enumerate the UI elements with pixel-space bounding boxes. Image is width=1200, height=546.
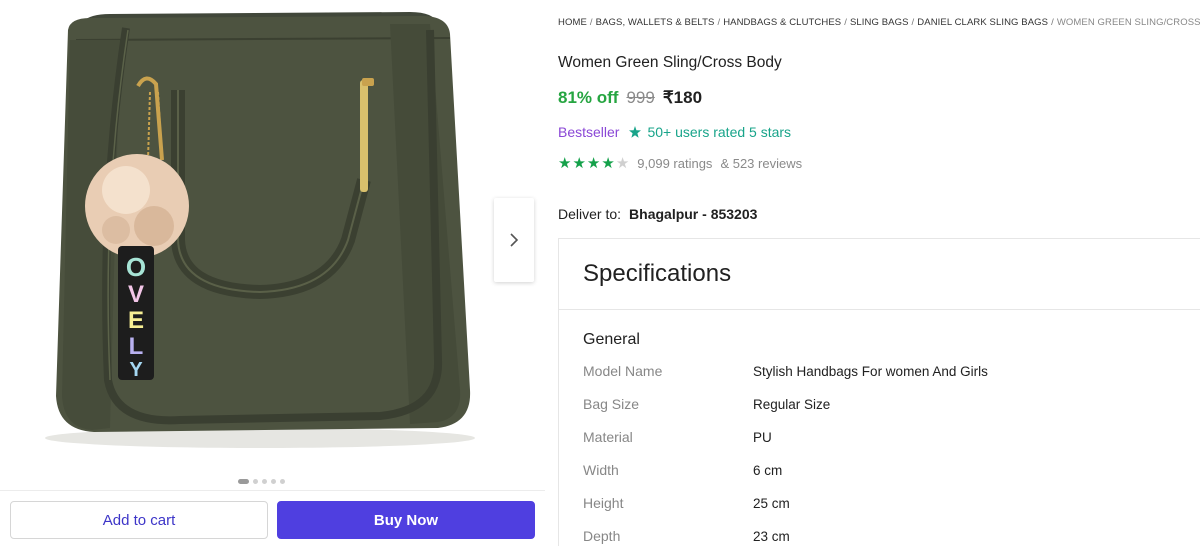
specifications-panel: Specifications General Model Name Stylis… [558, 238, 1200, 546]
rated-text: 50+ users rated 5 stars [647, 124, 792, 140]
buy-now-button[interactable]: Buy Now [277, 501, 535, 539]
spec-value: Stylish Handbags For women And Girls [753, 364, 988, 379]
badge-row: Bestseller 50+ users rated 5 stars [558, 124, 791, 140]
product-details: HOME / BAGS, WALLETS & BELTS / HANDBAGS & CL… [558, 0, 1200, 546]
spec-key: Depth [583, 528, 621, 544]
image-dot-3[interactable] [262, 479, 267, 484]
breadcrumb-brand[interactable]: DANIEL CLARK SLING BAGS [917, 17, 1048, 28]
breadcrumb-separator: / [717, 17, 721, 28]
spec-value: PU [753, 430, 772, 445]
star-full-icon: ★ [601, 155, 615, 172]
image-dot-4[interactable] [271, 479, 276, 484]
star-empty-icon: ★ [615, 155, 630, 172]
breadcrumb-separator: / [1051, 17, 1054, 28]
product-image[interactable]: O V E L Y [30, 0, 500, 470]
specifications-heading: Specifications [583, 260, 732, 287]
breadcrumb-handbags[interactable]: HANDBAGS & CLUTCHES [723, 17, 841, 28]
breadcrumb-sling-bags[interactable]: SLING BAGS [850, 17, 909, 28]
next-image-button[interactable] [494, 198, 534, 282]
add-to-cart-button[interactable]: Add to cart [10, 501, 268, 539]
spec-key: Model Name [583, 363, 663, 379]
spec-value: 23 cm [753, 529, 790, 544]
breadcrumb-separator: / [589, 17, 593, 28]
delivery-location[interactable]: Bhagalpur - 853203 [629, 206, 757, 222]
breadcrumb: HOME / BAGS, WALLETS & BELTS / HANDBAGS & CL… [558, 17, 1200, 28]
svg-text:O: O [126, 252, 146, 282]
spec-key: Height [583, 495, 624, 511]
breadcrumb-separator: / [844, 17, 847, 28]
svg-text:E: E [128, 307, 144, 334]
image-dot-1[interactable] [238, 479, 249, 484]
svg-text:V: V [128, 281, 144, 308]
bestseller-badge: Bestseller [558, 124, 620, 140]
price-row: 81% off 999 ₹180 [558, 88, 702, 108]
spec-value: 25 cm [753, 496, 790, 511]
star-full-icon: ★ [572, 155, 586, 172]
star-rating: ★ ★ ★ ★ ★ [558, 156, 629, 171]
original-price: 999 [626, 88, 655, 107]
rating-row[interactable]: ★ ★ ★ ★ ★ 9,099 ratings & 523 reviews [558, 156, 802, 171]
svg-text:L: L [129, 333, 144, 360]
spec-value: Regular Size [753, 397, 831, 412]
breadcrumb-bags[interactable]: BAGS, WALLETS & BELTS [596, 17, 715, 28]
breadcrumb-separator: / [911, 17, 915, 28]
spec-key: Width [583, 462, 619, 478]
spec-key: Material [583, 429, 633, 445]
product-gallery: O V E L Y Add to cart Buy Now [0, 0, 545, 546]
spec-group-general: General [583, 331, 640, 348]
product-title: Women Green Sling/Cross Body [558, 54, 782, 71]
delivery-label: Deliver to: [558, 206, 622, 222]
divider [559, 309, 1200, 310]
chevron-right-icon [510, 233, 519, 247]
spec-key: Bag Size [583, 396, 640, 412]
ratings-count: 9,099 ratings [637, 156, 713, 171]
star-full-icon: ★ [558, 155, 572, 172]
image-dot-2[interactable] [253, 479, 258, 484]
image-dot-5[interactable] [280, 479, 285, 484]
purchase-actions: Add to cart Buy Now [0, 490, 545, 546]
reviews-count: & 523 reviews [720, 156, 803, 171]
discount-percent: 81% off [558, 88, 619, 107]
delivery-row[interactable]: Deliver to: Bhagalpur - 853203 [558, 206, 757, 222]
rated-badge: 50+ users rated 5 stars [628, 124, 791, 140]
svg-text:Y: Y [129, 359, 143, 381]
spec-value: 6 cm [753, 463, 783, 478]
breadcrumb-current: WOMEN GREEN SLING/CROSS BO [1056, 17, 1200, 28]
breadcrumb-home[interactable]: HOME [558, 17, 587, 28]
selling-price: ₹180 [662, 88, 703, 107]
star-full-icon: ★ [586, 155, 601, 172]
sparkle-star-icon [629, 126, 642, 138]
image-pagination-dots[interactable] [238, 479, 285, 484]
